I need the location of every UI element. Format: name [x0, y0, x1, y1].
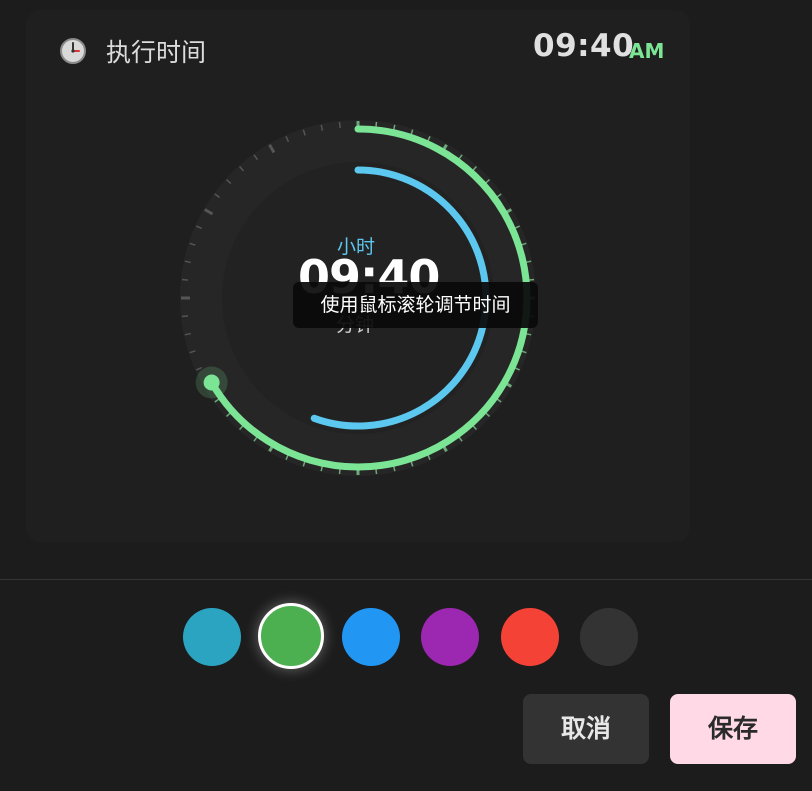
- header-title: 执行时间: [106, 38, 207, 67]
- scroll-hint-tooltip: 使用鼠标滚轮调节时间: [293, 282, 538, 328]
- dial-tick: [181, 315, 189, 318]
- color-swatch-dark[interactable]: [580, 608, 638, 666]
- am-pm-toggle[interactable]: AM: [629, 39, 664, 63]
- color-swatch-blue[interactable]: [342, 608, 400, 666]
- color-swatch-red[interactable]: [501, 608, 559, 666]
- clock-icon: [60, 38, 86, 64]
- color-swatch-green[interactable]: [258, 603, 324, 669]
- dial-tick: [181, 278, 189, 281]
- save-button[interactable]: 保存: [670, 694, 796, 764]
- header-time: 09:40: [533, 28, 635, 64]
- cancel-button[interactable]: 取消: [523, 694, 649, 764]
- dial-tick: [338, 121, 341, 129]
- color-swatch-purple[interactable]: [421, 608, 479, 666]
- minute-handle[interactable]: [203, 374, 220, 391]
- color-swatch-teal[interactable]: [183, 608, 241, 666]
- divider: [0, 579, 812, 580]
